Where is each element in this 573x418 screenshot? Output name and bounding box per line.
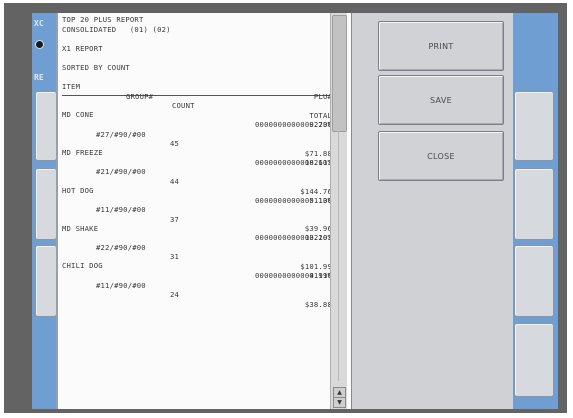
item-groups: #11/#90/#00 xyxy=(96,280,146,290)
list-item: MD CONE 00000000000002700 9.23% #27/#90/… xyxy=(62,101,332,157)
pos-screen: XC RE TOP 20 PLUS REPORT CONSOLIDATED (0… xyxy=(32,13,558,409)
list-item: HOT DOG 00000000000001100 5.13% #11/#90/… xyxy=(62,176,332,233)
save-button[interactable]: SAVE xyxy=(378,75,504,125)
action-panel: PRINT SAVE CLOSE xyxy=(358,13,513,409)
background-button-left-1 xyxy=(35,91,57,161)
list-item: MD SHAKE 00000000000002203 13.10% #22/#9… xyxy=(62,214,332,271)
column-header-row-2: GROUP# COUNT TOTAL xyxy=(62,82,332,120)
scroll-thumb[interactable] xyxy=(332,15,347,132)
background-radio-icon xyxy=(35,40,44,49)
column-header-row-1: ITEM PLU# xyxy=(62,73,332,101)
report-sorted-by: SORTED BY COUNT xyxy=(62,62,130,72)
background-label-side: RE xyxy=(34,73,44,82)
device-bezel: XC RE TOP 20 PLUS REPORT CONSOLIDATED (0… xyxy=(4,3,567,413)
list-item: CHILI DOG 00000000000001110 4.99% #11/#9… xyxy=(62,252,332,308)
background-button-left-3 xyxy=(35,245,57,317)
print-button[interactable]: PRINT xyxy=(378,21,504,71)
scroll-track xyxy=(338,131,339,381)
background-button-right-4 xyxy=(514,323,554,397)
background-button-right-2 xyxy=(514,168,554,240)
list-item: MD FREEZE 00000000000002113 18.60% #21/#… xyxy=(62,139,332,195)
background-label-top: XC xyxy=(34,19,44,28)
scroll-down-arrow-icon[interactable]: ▼ xyxy=(333,397,346,408)
item-count: 24 xyxy=(170,290,180,300)
report-title: TOP 20 PLUS REPORT xyxy=(62,15,144,24)
report-text: TOP 20 PLUS REPORT CONSOLIDATED (01) (02… xyxy=(62,15,332,309)
report-name: X1 REPORT xyxy=(62,43,103,53)
background-button-right-1 xyxy=(514,91,554,161)
item-total: $38.88 xyxy=(304,299,332,309)
report-subtitle: CONSOLIDATED (01) (02) xyxy=(62,24,171,34)
background-button-left-2 xyxy=(35,168,57,240)
report-dialog: TOP 20 PLUS REPORT CONSOLIDATED (01) (02… xyxy=(56,13,513,409)
close-button[interactable]: CLOSE xyxy=(378,131,504,181)
background-button-right-3 xyxy=(514,245,554,317)
report-viewer[interactable]: TOP 20 PLUS REPORT CONSOLIDATED (01) (02… xyxy=(58,13,352,409)
report-scrollbar[interactable]: ▲ ▼ xyxy=(330,13,347,409)
